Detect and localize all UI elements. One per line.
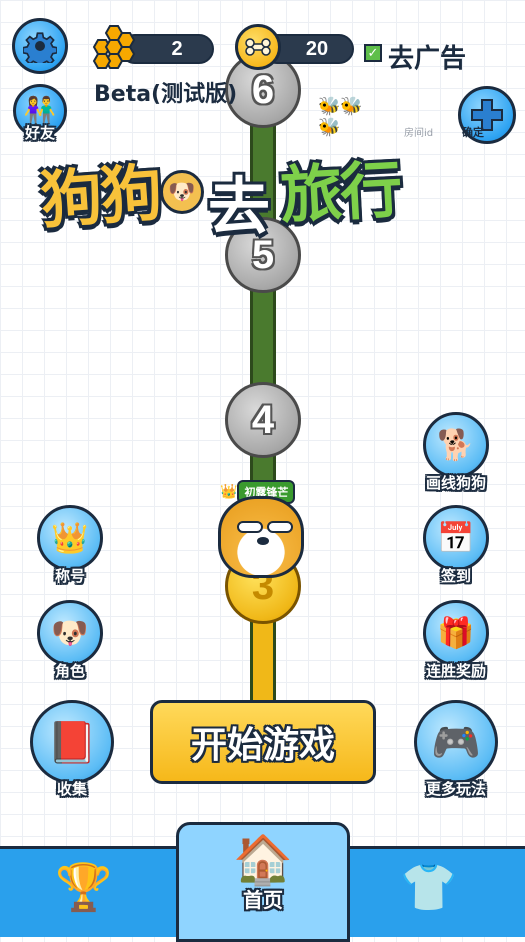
paw-book-icon: 📕 [30,700,114,784]
friends-label: 好友 [24,124,55,142]
player-dog[interactable] [218,496,304,578]
crown-icon: 👑 [220,484,238,500]
honey-count: 2 [171,37,183,60]
menu-character-label: 角色 [54,662,85,680]
bone-coin-icon [235,24,281,70]
menu-streak-reward-label: 连胜奖励 [425,662,486,680]
shiba-face-icon: 🐶 [160,170,204,214]
remove-ads-checkbox[interactable]: ✓ [364,44,382,62]
menu-checkin[interactable]: 📅 签到 [420,505,492,586]
friends-button[interactable]: 👫 好友 [10,84,70,143]
confirm-label[interactable]: 确定 [462,124,484,140]
calendar-icon: 📅 [423,505,489,571]
title-word-go: 去 [208,170,270,243]
bone-count: 20 [305,37,329,60]
settings-button[interactable] [12,18,68,74]
menu-collection[interactable]: 📕 收集 [28,700,116,799]
menu-streak-reward[interactable]: 🎁 连胜奖励 [418,600,494,681]
gamepad-icon: 🎮 [414,700,498,784]
remove-ads-label[interactable]: 去广告 [388,38,466,75]
gear-icon [23,32,57,63]
menu-title[interactable]: 👑 称号 [34,505,106,586]
clothes-icon[interactable]: 👕 [400,860,457,915]
crown-badge-icon: 👑 [37,505,103,571]
menu-title-label: 称号 [54,567,85,585]
menu-checkin-label: 签到 [440,567,471,585]
start-game-button[interactable]: 开始游戏 [150,700,376,784]
level-node-4[interactable]: 4 [225,382,301,458]
draw-dog-icon: 🐕 [423,412,489,478]
bone-icon [245,38,271,56]
menu-draw-dog[interactable]: 🐕 画线狗狗 [418,412,494,493]
bees-icon: 🐝🐝 🐝 [318,96,363,138]
trophy-icon[interactable]: 🏆 [55,860,112,915]
title-word-dog: 狗狗 [37,155,163,238]
room-id-input[interactable]: 房间id [404,124,433,139]
treasure-chest-icon: 🎁 [423,600,489,666]
home-tab[interactable]: 🏠 首页 [176,822,350,942]
home-label: 首页 [243,888,283,912]
menu-more-modes-label: 更多玩法 [425,780,486,798]
title-word-travel: 旅行 [278,152,403,233]
menu-character[interactable]: 🐶 角色 [34,600,106,681]
honeycomb-icon [92,25,136,69]
menu-draw-dog-label: 画线狗狗 [425,474,486,492]
house-icon: 🏠 [233,832,293,888]
menu-more-modes[interactable]: 🎮 更多玩法 [412,700,500,799]
shiba-face-icon: 🐶 [37,600,103,666]
version-label: Beta(测试版) [94,82,238,107]
menu-collection-label: 收集 [56,780,87,798]
